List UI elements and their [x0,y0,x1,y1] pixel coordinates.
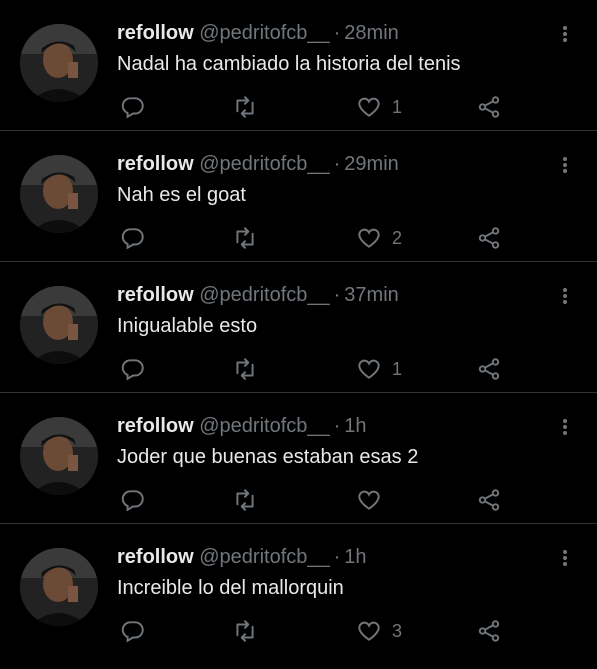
share-button[interactable] [476,225,502,251]
heart-icon [358,228,380,248]
like-button[interactable] [356,487,392,513]
retweet-button[interactable] [232,618,258,644]
tweet-header: refollow @pedritofcb__ · 1h [117,414,537,438]
like-button[interactable]: 1 [356,356,402,382]
retweet-icon [236,620,254,642]
tweet-header: refollow @pedritofcb__ · 28min [117,21,537,45]
share-button[interactable] [476,487,502,513]
avatar[interactable] [20,548,98,626]
timestamp[interactable]: 28min [344,22,398,44]
tweet-text: Joder que buenas estaban esas 2 [117,446,419,468]
user-handle[interactable]: @pedritofcb__ [199,546,329,568]
like-button[interactable]: 3 [356,618,402,644]
more-icon[interactable] [555,417,575,437]
timestamp[interactable]: 1h [344,546,366,568]
like-button[interactable]: 2 [356,225,402,251]
retweet-icon [236,96,254,118]
display-name[interactable]: refollow [117,546,194,568]
tweet[interactable]: refollow @pedritofcb__ · 1h Increible lo d… [0,524,597,655]
tweet-actions: 3 [0,618,597,644]
share-icon [478,358,500,380]
reply-button[interactable] [120,225,146,251]
more-icon[interactable] [555,548,575,568]
tweet-header: refollow @pedritofcb__ · 1h [117,545,537,569]
timestamp[interactable]: 37min [344,284,398,306]
tweet-header: refollow @pedritofcb__ · 37min [117,283,537,307]
reply-button[interactable] [120,94,146,120]
retweet-button[interactable] [232,94,258,120]
tweet[interactable]: refollow @pedritofcb__ · 28min Nadal ha ca… [0,0,597,131]
like-count: 1 [392,358,403,379]
share-icon [478,489,500,511]
share-button[interactable] [476,94,502,120]
avatar[interactable] [20,286,98,364]
user-handle[interactable]: @pedritofcb__ [199,415,329,437]
more-icon[interactable] [555,24,575,44]
user-handle[interactable]: @pedritofcb__ [199,153,329,175]
user-handle[interactable]: @pedritofcb__ [199,22,329,44]
reply-icon [121,359,144,381]
reply-icon [121,490,144,512]
reply-icon [121,97,144,119]
like-button[interactable]: 1 [356,94,402,120]
separator: · [333,22,341,44]
tweet[interactable]: refollow @pedritofcb__ · 29min Nah es el g… [0,131,597,262]
timeline-feed: refollow @pedritofcb__ · 28min Nadal ha ca… [0,0,597,655]
tweet-text: Nah es el goat [117,184,246,206]
tweet[interactable]: refollow @pedritofcb__ · 1h Joder que buen… [0,393,597,524]
display-name[interactable]: refollow [117,153,194,175]
more-icon[interactable] [555,155,575,175]
retweet-button[interactable] [232,487,258,513]
tweet-text: Nadal ha cambiado la historia del tenis [117,53,461,75]
display-name[interactable]: refollow [117,284,194,306]
tweet-actions: 1 [0,94,597,120]
share-button[interactable] [476,356,502,382]
avatar[interactable] [20,417,98,495]
tweet-text: Inigualable esto [117,315,258,337]
separator: · [333,415,341,437]
separator: · [333,153,341,175]
tweet-header: refollow @pedritofcb__ · 29min [117,152,537,176]
share-icon [478,96,500,118]
reply-icon [121,621,144,643]
user-handle[interactable]: @pedritofcb__ [199,284,329,306]
retweet-icon [236,489,254,511]
reply-button[interactable] [120,487,146,513]
retweet-icon [236,227,254,249]
heart-icon [358,359,380,379]
tweet-actions: 1 [0,356,597,382]
share-button[interactable] [476,618,502,644]
retweet-icon [236,358,254,380]
avatar[interactable] [20,155,98,233]
reply-button[interactable] [120,618,146,644]
tweet-text: Increible lo del mallorquin [117,577,344,599]
share-icon [478,227,500,249]
heart-icon [358,490,380,510]
timestamp[interactable]: 29min [344,153,398,175]
avatar[interactable] [20,24,98,102]
more-icon[interactable] [555,286,575,306]
tweet-actions: 2 [0,225,597,251]
timestamp[interactable]: 1h [344,415,366,437]
tweet[interactable]: refollow @pedritofcb__ · 37min Inigualable… [0,262,597,393]
display-name[interactable]: refollow [117,415,194,437]
retweet-button[interactable] [232,225,258,251]
heart-icon [358,621,380,641]
retweet-button[interactable] [232,356,258,382]
like-count: 3 [392,620,403,641]
reply-icon [121,228,144,250]
like-count: 1 [392,96,403,117]
separator: · [333,284,341,306]
separator: · [333,546,341,568]
like-count: 2 [392,227,403,248]
display-name[interactable]: refollow [117,22,194,44]
tweet-actions [0,487,597,513]
heart-icon [358,97,380,117]
share-icon [478,620,500,642]
reply-button[interactable] [120,356,146,382]
